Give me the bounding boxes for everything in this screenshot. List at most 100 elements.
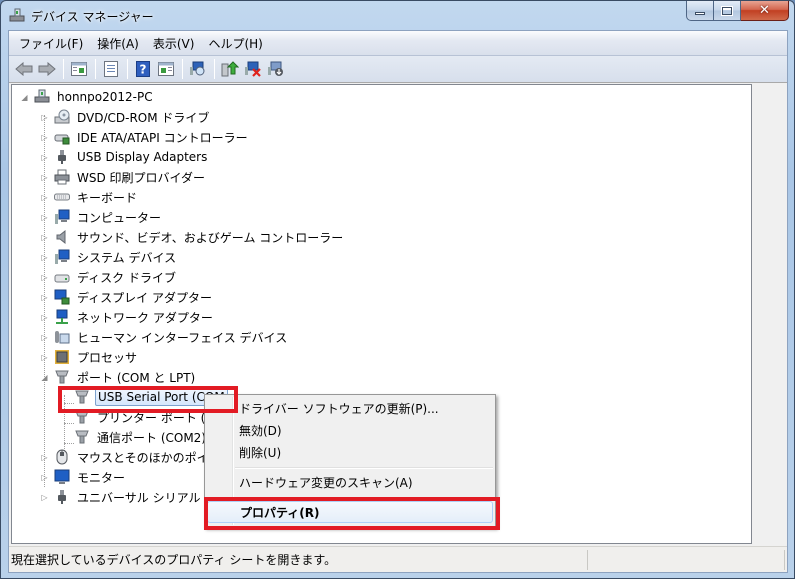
toolbar-separator xyxy=(182,59,183,79)
expand-arrow-icon[interactable]: ▷ xyxy=(40,113,49,122)
expand-arrow-icon[interactable]: ▷ xyxy=(40,473,49,482)
keyboard-icon xyxy=(54,189,70,205)
expand-arrow-icon[interactable]: ▷ xyxy=(40,493,49,502)
processor-icon xyxy=(54,349,70,365)
expand-arrow-icon[interactable]: ▷ xyxy=(40,333,49,342)
tree-category[interactable]: ▷ ネットワーク アダプター xyxy=(40,307,215,327)
tree-category[interactable]: ▷ ユニバーサル シリアル xyxy=(40,487,202,507)
annotation-highlight-properties xyxy=(204,497,500,530)
menu-item-scan-hardware[interactable]: ハードウェア変更のスキャン(A) xyxy=(207,471,493,493)
toolbar-separator xyxy=(63,59,64,79)
tree-category[interactable]: ▷ ヒューマン インターフェイス デバイス xyxy=(40,327,289,347)
menu-help[interactable]: ヘルプ(H) xyxy=(201,33,269,54)
tree-item-label: honnpo2012-PC xyxy=(57,90,153,104)
tree-item-label: システム デバイス xyxy=(77,250,177,265)
minimize-button[interactable] xyxy=(686,1,714,21)
forward-button[interactable] xyxy=(36,58,58,80)
menu-file[interactable]: ファイル(F) xyxy=(12,33,90,54)
toolbar-separator xyxy=(95,59,96,79)
expand-arrow-icon[interactable]: ▷ xyxy=(40,353,49,362)
annotation-highlight-selected-port xyxy=(58,386,238,413)
expand-arrow-icon[interactable]: ▷ xyxy=(40,193,49,202)
mouse-icon xyxy=(54,449,70,465)
update-driver-button[interactable] xyxy=(219,58,241,80)
minimize-icon xyxy=(695,12,705,15)
tree-item-label: モニター xyxy=(77,470,126,485)
scan-hardware-button[interactable] xyxy=(187,58,209,80)
monitor-icon xyxy=(54,469,70,485)
menu-item-disable[interactable]: 無効(D) xyxy=(207,419,493,441)
tree-connector xyxy=(64,443,74,444)
display-adapter-icon xyxy=(54,289,70,305)
menu-bar: ファイル(F) 操作(A) 表示(V) ヘルプ(H) xyxy=(9,31,787,55)
tree-category[interactable]: ▷ ディスク ドライブ xyxy=(40,267,178,287)
expand-arrow-icon[interactable]: ▷ xyxy=(40,153,49,162)
usb-plug-icon xyxy=(54,149,70,165)
maximize-button[interactable] xyxy=(714,1,741,21)
status-bar: 現在選択しているデバイスのプロパティ シートを開きます。 xyxy=(9,546,787,572)
tree-category[interactable]: ▷ プロセッサ xyxy=(40,347,139,367)
menu-view[interactable]: 表示(V) xyxy=(146,33,202,54)
tree-item-label: DVD/CD-ROM ドライブ xyxy=(77,110,210,125)
disable-device-button[interactable] xyxy=(265,58,287,80)
tree-item-label: ネットワーク アダプター xyxy=(77,310,213,325)
tree-category[interactable]: ▷ サウンド、ビデオ、およびゲーム コントローラー xyxy=(40,227,345,247)
expand-arrow-icon[interactable]: ▷ xyxy=(40,253,49,262)
expand-arrow-icon[interactable]: ▷ xyxy=(40,313,49,322)
tree-category[interactable]: ▷ モニター xyxy=(40,467,127,487)
action-pane-button[interactable] xyxy=(155,58,177,80)
close-button[interactable]: ✕ xyxy=(741,1,789,21)
tree-category[interactable]: ▷ WSD 印刷プロバイダー xyxy=(40,167,207,187)
network-adapter-icon xyxy=(54,309,70,325)
help-button[interactable]: ? xyxy=(132,58,154,80)
tree-item-label: 通信ポート (COM2) xyxy=(97,430,206,445)
tree-item-label: IDE ATA/ATAPI コントローラー xyxy=(77,130,248,145)
device-manager-window: デバイス マネージャー ✕ ファイル(F) 操作(A) 表示(V) ヘルプ(H) xyxy=(0,0,795,579)
menu-action[interactable]: 操作(A) xyxy=(90,33,146,54)
tree-item-label: プロセッサ xyxy=(77,350,138,365)
tree-category[interactable]: ▷ コンピューター xyxy=(40,207,163,227)
tree-category[interactable]: ▷ DVD/CD-ROM ドライブ xyxy=(40,107,211,127)
expand-arrow-icon[interactable]: ▷ xyxy=(40,213,49,222)
expand-arrow-icon[interactable]: ▷ xyxy=(40,273,49,282)
tree-item-label: コンピューター xyxy=(77,210,162,225)
expand-arrow-icon[interactable]: ▷ xyxy=(40,293,49,302)
collapse-arrow-icon[interactable]: ◢ xyxy=(40,373,49,382)
computer-icon xyxy=(34,89,50,105)
expand-arrow-icon[interactable]: ▷ xyxy=(40,233,49,242)
dvd-drive-icon xyxy=(54,109,70,125)
computer-monitor-icon xyxy=(54,209,70,225)
maximize-icon xyxy=(722,6,732,15)
status-panel-divider xyxy=(587,549,588,570)
uninstall-device-button[interactable] xyxy=(242,58,264,80)
toolbar-separator xyxy=(127,59,128,79)
expand-arrow-icon[interactable]: ▷ xyxy=(40,133,49,142)
update-driver-icon xyxy=(221,61,239,77)
uninstall-device-icon xyxy=(245,61,261,77)
expand-arrow-icon[interactable]: ▷ xyxy=(40,173,49,182)
tree-category[interactable]: ▷ IDE ATA/ATAPI コントローラー xyxy=(40,127,250,147)
tree-category[interactable]: ▷ ディスプレイ アダプター xyxy=(40,287,214,307)
properties-button[interactable] xyxy=(100,58,122,80)
expand-arrow-icon[interactable]: ▷ xyxy=(40,453,49,462)
port-icon xyxy=(74,429,90,445)
tree-item[interactable]: 通信ポート (COM2) xyxy=(74,427,208,447)
tree-item-label: ポート (COM と LPT) xyxy=(77,370,196,385)
tree-category[interactable]: ▷ キーボード xyxy=(40,187,139,207)
tree-category[interactable]: ▷ マウスとそのほかのポイ xyxy=(40,447,211,467)
tree-item-label: ヒューマン インターフェイス デバイス xyxy=(77,330,288,345)
back-button[interactable] xyxy=(13,58,35,80)
tree-category[interactable]: ◢ ポート (COM と LPT) xyxy=(40,367,197,387)
tree-item-label: ディスク ドライブ xyxy=(77,270,176,285)
show-hide-tree-button[interactable] xyxy=(68,58,90,80)
menu-item-uninstall[interactable]: 削除(U) xyxy=(207,441,493,463)
collapse-arrow-icon[interactable]: ◢ xyxy=(20,93,29,102)
menu-item-update-driver[interactable]: ドライバー ソフトウェアの更新(P)... xyxy=(207,397,493,419)
tree-root[interactable]: ◢ honnpo2012-PC xyxy=(20,87,155,107)
tree-item-label: USB Display Adapters xyxy=(77,150,208,164)
tree-category[interactable]: ▷ システム デバイス xyxy=(40,247,178,267)
title-bar[interactable]: デバイス マネージャー ✕ xyxy=(1,1,794,31)
properties-icon xyxy=(104,61,118,77)
device-manager-icon xyxy=(9,8,25,22)
tree-category[interactable]: ▷ USB Display Adapters xyxy=(40,147,209,167)
